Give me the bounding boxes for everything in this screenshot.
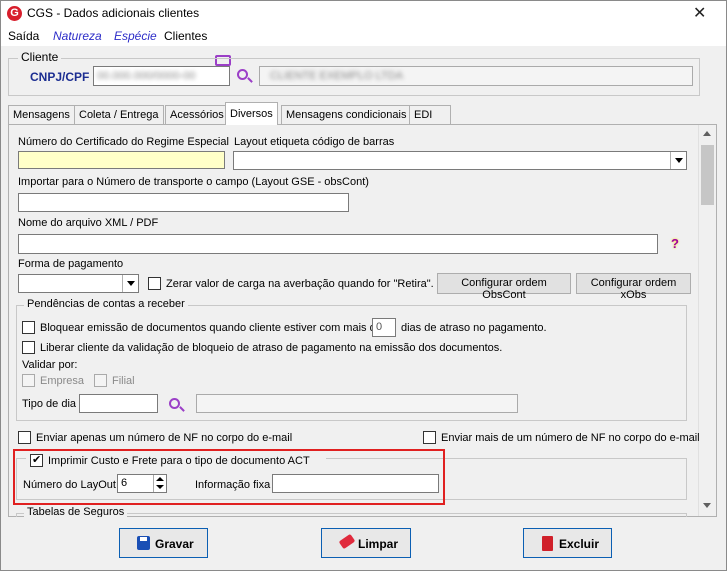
xml-input[interactable] bbox=[18, 234, 658, 254]
trash-icon bbox=[542, 536, 553, 551]
filial-label: Filial bbox=[112, 375, 135, 387]
app-logo-icon: G bbox=[7, 6, 22, 21]
close-icon[interactable]: ✕ bbox=[693, 3, 706, 23]
tab-mensagens-condicionais[interactable]: Mensagens condicionais bbox=[281, 105, 412, 124]
importar-input[interactable] bbox=[18, 193, 349, 212]
tab-coleta-entrega[interactable]: Coleta / Entrega bbox=[74, 105, 164, 124]
title-bar: G CGS - Dados adicionais clientes ✕ bbox=[1, 1, 726, 26]
validar-label: Validar por: bbox=[22, 359, 78, 371]
cliente-name-field: CLIENTE EXEMPLO LTDA bbox=[259, 66, 693, 86]
vertical-scrollbar[interactable] bbox=[698, 125, 716, 516]
filial-checkbox[interactable] bbox=[94, 374, 107, 387]
xml-label: Nome do arquivo XML / PDF bbox=[18, 217, 159, 229]
limpar-button[interactable]: Limpar bbox=[321, 528, 411, 558]
tab-acessorios[interactable]: Acessórios bbox=[165, 105, 229, 124]
tipo-dia-label: Tipo de dia bbox=[22, 398, 77, 410]
enviar-mais-label: Enviar mais de um número de NF no corpo … bbox=[441, 432, 700, 444]
cnpj-input[interactable]: 00.000.000/0000-00 bbox=[93, 66, 230, 86]
tipo-dia-desc-field bbox=[196, 394, 518, 413]
pendencias-group-title: Pendências de contas a receber bbox=[24, 298, 188, 310]
dias-label: dias de atraso no pagamento. bbox=[401, 322, 547, 334]
configurar-xobs-button[interactable]: Configurar ordem xObs bbox=[576, 273, 691, 301]
chevron-down-icon bbox=[670, 152, 686, 169]
scroll-down-icon[interactable] bbox=[703, 503, 711, 508]
cert-input[interactable] bbox=[18, 151, 225, 169]
limpar-label: Limpar bbox=[358, 537, 399, 551]
menu-clientes[interactable]: Clientes bbox=[164, 29, 207, 43]
save-icon bbox=[137, 536, 150, 550]
zerar-checkbox[interactable] bbox=[148, 277, 161, 290]
scroll-up-icon[interactable] bbox=[703, 131, 711, 136]
bloquear-checkbox[interactable] bbox=[22, 321, 35, 334]
forma-pagamento-label: Forma de pagamento bbox=[18, 258, 124, 270]
layout-etiqueta-label: Layout etiqueta código de barras bbox=[234, 136, 395, 148]
liberar-checkbox[interactable] bbox=[22, 341, 35, 354]
scroll-thumb[interactable] bbox=[701, 145, 714, 205]
window-title: CGS - Dados adicionais clientes bbox=[27, 6, 200, 20]
zerar-label: Zerar valor de carga na averbação quando… bbox=[166, 278, 434, 290]
menu-saida[interactable]: Saída bbox=[8, 29, 39, 43]
cliente-group-title: Cliente bbox=[18, 50, 62, 64]
menu-especie[interactable]: Espécie bbox=[114, 29, 157, 43]
tabelas-group-title: Tabelas de Seguros bbox=[24, 506, 128, 517]
main-window: G CGS - Dados adicionais clientes ✕ Saíd… bbox=[0, 0, 727, 571]
empresa-label: Empresa bbox=[40, 375, 85, 387]
eraser-icon bbox=[338, 533, 356, 550]
cnpj-label: CNPJ/CPF bbox=[30, 70, 90, 84]
importar-label: Importar para o Número de transporte o c… bbox=[18, 176, 369, 188]
chevron-down-icon bbox=[122, 275, 138, 292]
liberar-label: Liberar cliente da validação de bloqueio… bbox=[40, 342, 503, 354]
enviar-mais-checkbox[interactable] bbox=[423, 431, 436, 444]
configurar-obscont-button[interactable]: Configurar ordem ObsCont bbox=[437, 273, 571, 301]
dias-input[interactable]: 0 bbox=[372, 318, 396, 337]
enviar-um-checkbox[interactable] bbox=[18, 431, 31, 444]
tab-edi[interactable]: EDI bbox=[409, 105, 451, 124]
menu-bar: Saída Natureza Espécie Clientes bbox=[1, 26, 726, 66]
layout-etiqueta-select[interactable] bbox=[233, 151, 687, 170]
enviar-um-label: Enviar apenas um número de NF no corpo d… bbox=[36, 432, 293, 444]
gravar-label: Gravar bbox=[155, 537, 194, 551]
tab-mensagens[interactable]: Mensagens bbox=[8, 105, 75, 124]
gravar-button[interactable]: Gravar bbox=[119, 528, 208, 558]
menu-natureza[interactable]: Natureza bbox=[53, 29, 102, 43]
cert-label: Número do Certificado do Regime Especial bbox=[18, 136, 229, 148]
excluir-button[interactable]: Excluir bbox=[523, 528, 612, 558]
help-icon[interactable]: ? bbox=[671, 236, 679, 251]
search-cnpj-icon[interactable] bbox=[237, 69, 248, 80]
search-tipo-dia-icon[interactable] bbox=[169, 398, 180, 409]
tab-diversos[interactable]: Diversos bbox=[225, 102, 278, 125]
highlight-box bbox=[13, 449, 445, 505]
excluir-label: Excluir bbox=[559, 537, 600, 551]
tipo-dia-input[interactable] bbox=[79, 394, 158, 413]
bloquear-label: Bloquear emissão de documentos quando cl… bbox=[40, 322, 382, 334]
forma-pagamento-select[interactable] bbox=[18, 274, 139, 293]
empresa-checkbox[interactable] bbox=[22, 374, 35, 387]
